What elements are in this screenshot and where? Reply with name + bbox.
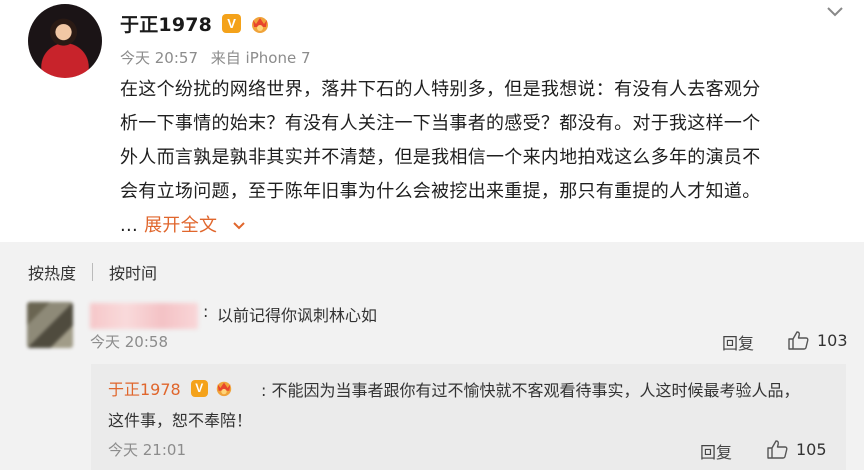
- post-meta: 今天 20:57 来自 iPhone 7: [120, 47, 311, 68]
- post-line: 析一下事情的始末？有没有人关注一下当事者的感受？都没有。对于我这样一个: [120, 113, 761, 134]
- reply-button[interactable]: 回复: [722, 330, 754, 354]
- reply-thread: 于正1978 V : 不能因为当事者跟你有过不愉快就不客观看待事实，人这时候最考…: [91, 364, 846, 470]
- post-line: 外人而言孰是孰非其实并不清楚，但是我相信一个来内地拍戏这么多年的演员不: [120, 147, 761, 168]
- expand-chevron-icon[interactable]: [231, 220, 247, 232]
- post-line: 在这个纷扰的网络世界，落井下石的人特别多，但是我想说：有没有人去客观分: [120, 79, 761, 100]
- verified-v-icon: V: [190, 379, 208, 397]
- post-source: 来自 iPhone 7: [210, 49, 311, 67]
- thumbs-up-icon: [767, 440, 788, 459]
- sort-by-time-tab[interactable]: 按时间: [109, 260, 157, 284]
- sort-bar: 按热度 按时间: [28, 260, 157, 284]
- comment-colon: :: [203, 302, 209, 321]
- post-body: 在这个纷扰的网络世界，落井下石的人特别多，但是我想说：有没有人去客观分 析一下事…: [120, 73, 835, 243]
- reply-author: 于正1978 V: [108, 376, 234, 400]
- reply-text-line2: 这件事，恕不奉陪！: [108, 411, 253, 430]
- like-count: 105: [796, 439, 827, 459]
- author-name[interactable]: 于正1978: [120, 10, 212, 37]
- reply-text-line1: : 不能因为当事者跟你有过不愉快就不客观看待事实，人这时候最考验人品，: [261, 381, 800, 400]
- comment-text: 以前记得你讽刺林心如: [217, 306, 378, 325]
- like-button[interactable]: 103: [787, 330, 848, 350]
- post-time: 今天 20:57: [120, 49, 198, 67]
- like-count: 103: [817, 330, 848, 350]
- reply-button[interactable]: 回复: [700, 439, 732, 463]
- author-avatar[interactable]: [28, 4, 102, 78]
- reply-author-name[interactable]: 于正1978: [108, 376, 181, 400]
- crown-icon: [252, 16, 269, 33]
- like-button[interactable]: 105: [766, 439, 827, 459]
- post-author: 于正1978 V: [120, 10, 271, 37]
- post-line: 会有立场问题，至于陈年旧事为什么会被挖出来重提，那只有重提的人才知道。: [120, 181, 761, 202]
- comment-time: 今天 20:58: [90, 333, 168, 351]
- commenter-name-blurred[interactable]: [90, 303, 198, 329]
- expand-row: ... 展开全文: [120, 209, 835, 243]
- sort-divider: [92, 263, 94, 281]
- crown-icon: [216, 381, 231, 397]
- verified-v-icon: V: [222, 14, 242, 33]
- thumbs-up-icon: [788, 331, 809, 350]
- expand-full-text-link[interactable]: 展开全文: [144, 215, 217, 236]
- ellipsis: ...: [120, 215, 139, 236]
- reply-time: 今天 21:01: [108, 441, 186, 459]
- chevron-down-icon[interactable]: [822, 2, 848, 22]
- comments-section: 按热度 按时间 : 以前记得你讽刺林心如 今天 20:58 回复 103 于正1…: [0, 242, 864, 470]
- sort-by-hot-tab[interactable]: 按热度: [28, 260, 76, 284]
- weibo-post: 于正1978 V 今天 20:57 来自 iPhone 7 在这个纷扰的网络世界…: [0, 0, 864, 242]
- commenter-avatar-blurred[interactable]: [27, 302, 73, 348]
